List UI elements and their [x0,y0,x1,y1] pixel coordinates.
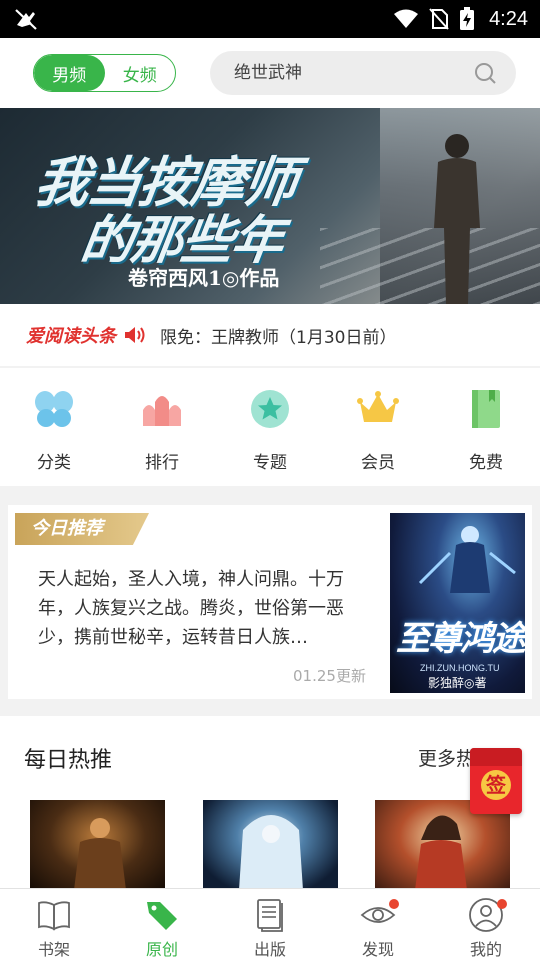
nav-label: 发现 [361,940,394,959]
gender-channel-toggle[interactable]: 男频 女频 [33,54,176,92]
cover-character-image [418,526,516,593]
category-label: 免费 [469,453,503,473]
category-classify[interactable]: 分类 [0,368,108,486]
bottom-nav: 书架 原创 出版 发现 我的 [0,888,540,960]
news-ticker[interactable]: 爱阅读头条 限免：王牌教师（1月30日前） [0,304,540,366]
nav-bookshelf[interactable]: 书架 [0,889,108,960]
clock: 4:24 [489,7,528,30]
nav-discover[interactable]: 发现 [324,889,432,960]
today-recommendation-card[interactable]: 今日推荐 天人起始，圣人入境，神人问鼎。十万年，人族复兴之战。腾炎，世俗第一恶少… [8,505,532,699]
book-description: 天人起始，圣人入境，神人问鼎。十万年，人族复兴之战。腾炎，世俗第一恶少，携前世秘… [38,569,344,648]
hot-book-cover[interactable] [30,800,165,888]
today-recommendation-tag: 今日推荐 [15,513,149,545]
section-title: 每日热推 [24,748,113,773]
daily-sign-in-button[interactable]: 签 [470,748,522,814]
crown-icon [357,391,399,422]
status-bar: 4:24 [0,0,540,38]
status-icons: 4:24 [393,0,528,38]
nav-original[interactable]: 原创 [108,889,216,960]
ranking-icon [143,396,181,426]
envelope-flap [470,748,522,766]
category-label: 排行 [145,453,179,473]
cover-pinyin: ZHI.ZUN.HONG.TU [420,663,500,673]
nav-label: 我的 [469,940,502,959]
daily-hot-section: 每日热推 更多热推 [0,716,540,888]
bookshelf-icon [38,901,70,931]
category-member[interactable]: 会员 [324,368,432,486]
ticker-text[interactable]: 限免：王牌教师（1月30日前） [160,323,396,348]
book-cover[interactable]: 至尊鸿途 ZHI.ZUN.HONG.TU 影独醉◎著 [390,513,525,693]
nav-label: 原创 [145,940,178,959]
notification-dot [388,899,399,909]
notification-off-icon [15,9,37,30]
category-topics[interactable]: 专题 [216,368,324,486]
no-sim-icon [429,8,449,30]
publish-book-icon [257,899,283,932]
cover-title: 至尊鸿途 [396,619,525,659]
book-free-icon [472,390,500,428]
cover-author: 影独醉◎著 [428,676,487,690]
search-value: 绝世武神 [234,63,302,83]
nav-label: 出版 [253,940,286,959]
nav-label: 书架 [37,940,70,959]
category-label: 会员 [361,453,395,473]
banner-figure-image [434,134,480,304]
toggle-male-option[interactable]: 男频 [34,55,105,91]
battery-charging-icon [460,7,475,30]
cover-character-image [239,815,303,888]
wifi-icon [394,9,419,28]
promo-banner[interactable]: 我当按摩师 的那些年 卷帘西风1◎作品 [0,108,540,304]
category-free[interactable]: 免费 [432,368,540,486]
butterfly-icon [35,391,73,427]
category-grid: 分类 排行 专题 会员 免费 [0,368,540,486]
category-label: 分类 [37,453,71,473]
category-label: 专题 [253,453,287,473]
nav-publish[interactable]: 出版 [216,889,324,960]
top-bar: 男频 女频 绝世武神 [0,38,540,108]
speaker-icon [125,327,145,343]
tag-icon [147,902,177,930]
search-input[interactable]: 绝世武神 [210,51,516,95]
search-icon[interactable] [474,62,496,84]
hot-book-cover[interactable] [203,800,338,888]
nav-mine[interactable]: 我的 [432,889,540,960]
ticker-brand-logo: 爱阅读头条 [26,326,116,347]
update-date: 01.25更新 [293,667,366,685]
sign-in-label: 签 [481,770,511,800]
star-badge-icon [251,390,289,428]
banner-author: 卷帘西风1◎作品 [128,266,280,290]
notification-dot [496,899,507,909]
category-ranking[interactable]: 排行 [108,368,216,486]
toggle-female-option[interactable]: 女频 [105,55,176,91]
cover-character-image [74,818,126,888]
